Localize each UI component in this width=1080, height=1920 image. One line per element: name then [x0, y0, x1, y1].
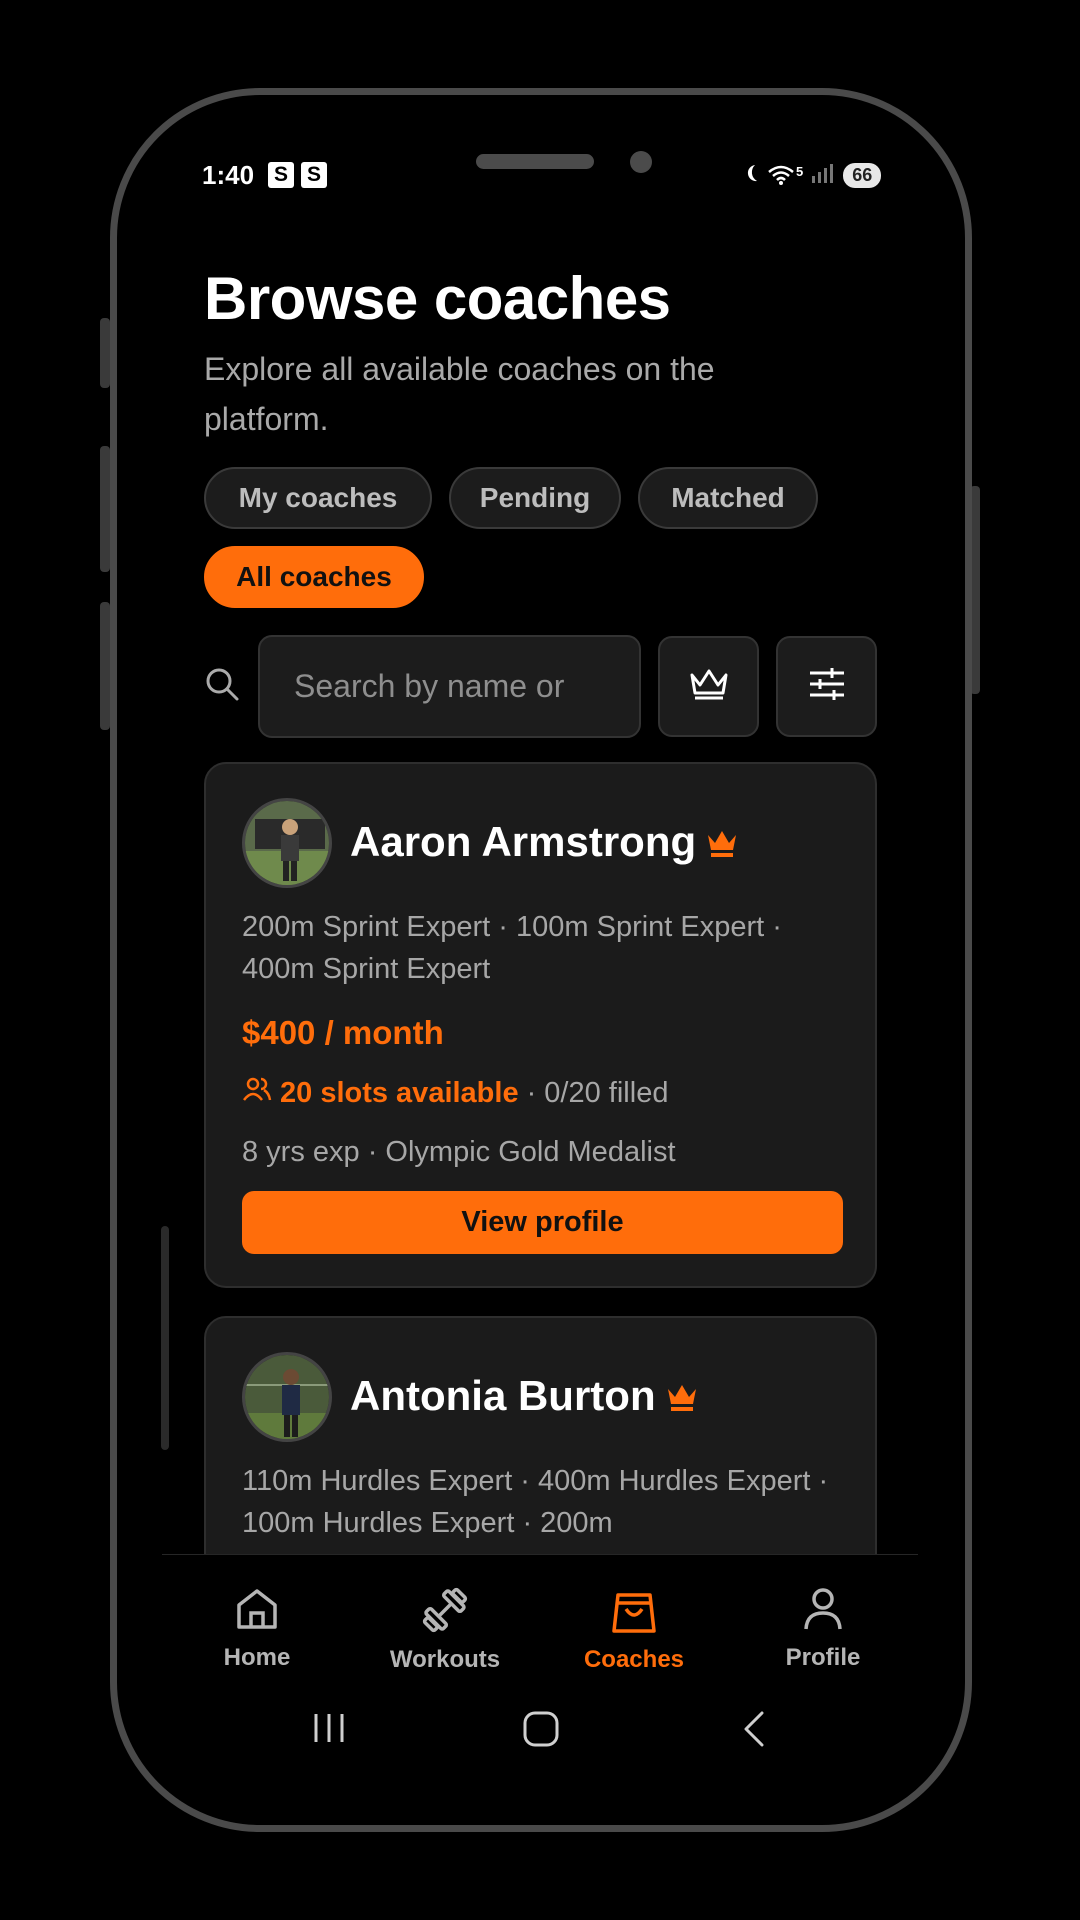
- filter-settings-button[interactable]: [776, 636, 877, 737]
- coach-experience: 8 yrs exp · Olympic Gold Medalist: [242, 1136, 676, 1168]
- wifi-label: 5: [796, 164, 804, 179]
- chip-my-coaches[interactable]: My coaches: [204, 467, 432, 529]
- bottom-nav: Home Workouts Coaches Profile: [162, 1554, 918, 1704]
- view-profile-button[interactable]: View profile: [242, 1191, 843, 1254]
- nav-label-home: Home: [223, 1644, 291, 1671]
- page-subtitle: Explore all available coaches on the pla…: [204, 351, 715, 437]
- coach-skills: 200m Sprint Expert · 100m Sprint Expert …: [242, 911, 782, 985]
- avatar: [242, 1352, 332, 1442]
- recent-apps-button[interactable]: [312, 1710, 346, 1751]
- coach-skills: 110m Hurdles Expert · 400m Hurdles Exper…: [242, 1465, 829, 1539]
- users-icon: [242, 1076, 272, 1110]
- crown-icon: [666, 1375, 698, 1423]
- nav-item-profile[interactable]: Profile: [748, 1585, 898, 1672]
- search-input[interactable]: [260, 637, 639, 736]
- phone-speaker: [476, 154, 594, 169]
- home-icon: [233, 1589, 281, 1637]
- back-button[interactable]: [740, 1710, 768, 1753]
- home-system-button[interactable]: [521, 1710, 561, 1753]
- moon-icon: [745, 163, 759, 188]
- phone-camera: [630, 151, 652, 173]
- user-icon: [799, 1588, 847, 1637]
- status-notification-badge: S: [301, 162, 327, 188]
- coach-price: $400 / month: [242, 1014, 444, 1051]
- status-notification-badge: S: [268, 162, 294, 188]
- nav-label-profile: Profile: [785, 1644, 861, 1671]
- search-field[interactable]: [258, 635, 641, 738]
- battery-indicator: 66: [843, 162, 882, 188]
- scroll-indicator[interactable]: [161, 1226, 169, 1450]
- shopping-bag-icon: [610, 1593, 658, 1639]
- crown-icon: [706, 821, 738, 869]
- phone-side-button-1: [100, 318, 110, 388]
- slots-filled: · 0/20 filled: [526, 1076, 669, 1109]
- chip-pending[interactable]: Pending: [449, 467, 621, 529]
- nav-item-home[interactable]: Home: [182, 1585, 332, 1672]
- nav-label-coaches: Coaches: [583, 1646, 685, 1673]
- coach-name-row: Antonia Burton: [350, 1372, 698, 1423]
- premium-filter-button[interactable]: [658, 636, 759, 737]
- sliders-icon: [808, 667, 846, 706]
- avatar: [242, 798, 332, 888]
- search-icon: [204, 666, 240, 707]
- signal-icon: [811, 162, 835, 189]
- coach-name-row: Aaron Armstrong: [350, 818, 738, 869]
- nav-label-workouts: Workouts: [389, 1646, 501, 1673]
- coach-name: Antonia Burton: [350, 1372, 656, 1419]
- status-time: 1:40: [202, 160, 255, 190]
- coach-name: Aaron Armstrong: [350, 818, 697, 865]
- phone-side-button-3: [100, 602, 110, 730]
- coach-card[interactable]: Aaron Armstrong 200m Sprint Expert · 100…: [204, 762, 877, 1288]
- wifi-icon: 5: [767, 164, 803, 186]
- page-title: Browse coaches: [204, 265, 671, 332]
- chip-all-coaches[interactable]: All coaches: [204, 546, 424, 608]
- dumbbell-icon: [420, 1587, 470, 1639]
- crown-icon: [688, 667, 730, 706]
- slots-available: 20 slots available: [280, 1076, 519, 1109]
- nav-item-coaches[interactable]: Coaches: [559, 1585, 709, 1674]
- coach-slots: 20 slots available · 0/20 filled: [242, 1076, 668, 1110]
- phone-side-button-2: [100, 446, 110, 572]
- nav-item-workouts[interactable]: Workouts: [370, 1585, 520, 1674]
- status-icons: 5 66: [745, 160, 882, 190]
- chip-matched[interactable]: Matched: [638, 467, 818, 529]
